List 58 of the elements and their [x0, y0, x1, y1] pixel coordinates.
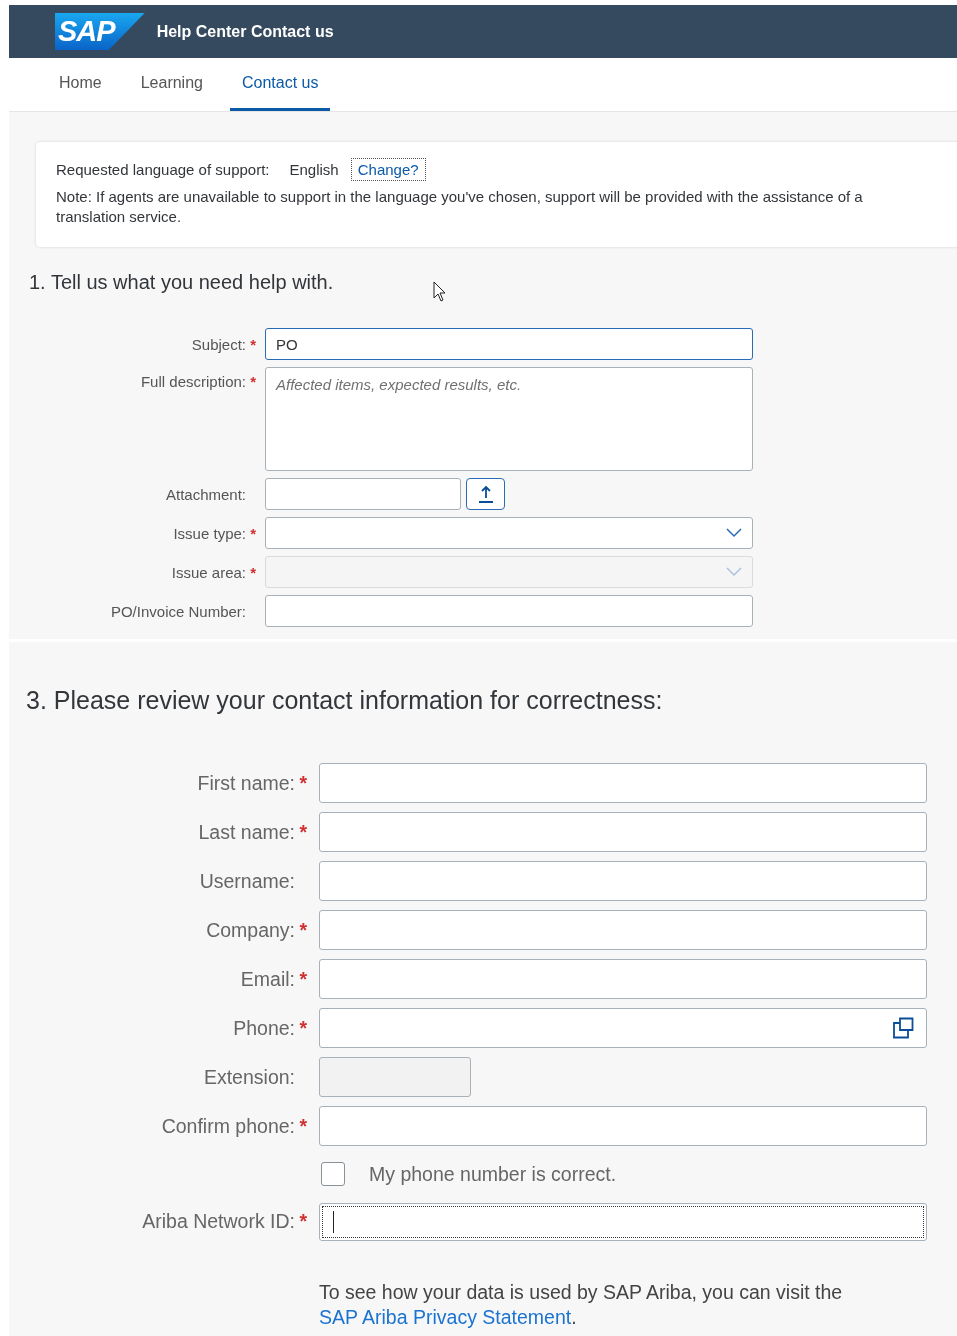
- field-label: Email:: [240, 967, 295, 991]
- dropdown-field[interactable]: [265, 517, 753, 549]
- field-label: Subject:: [191, 335, 246, 353]
- chevron-icon: [726, 528, 742, 538]
- language-note: Note: If agents are unavailable to support in the language you've chosen, support will be provided with the assistance of a translation service.: [56, 187, 864, 227]
- text-field[interactable]: [319, 1203, 927, 1241]
- change-link[interactable]: Change?: [350, 158, 426, 181]
- upload-button[interactable]: [466, 478, 505, 510]
- field-label: Username:: [199, 869, 295, 893]
- field-label: Full description:: [140, 373, 246, 390]
- required-mark: *: [298, 967, 307, 991]
- privacy-text: To see how your data is used by SAP Ariba, you can visit the SAP Ariba Privacy Statement.: [319, 1280, 844, 1330]
- copy-icon: [892, 1017, 914, 1039]
- text-field[interactable]: PO: [265, 328, 753, 360]
- description-field[interactable]: Affected items, expected results, etc.: [265, 367, 753, 471]
- text-field[interactable]: [265, 595, 753, 627]
- privacy-link[interactable]: SAP Ariba Privacy Statement: [319, 1306, 572, 1328]
- section-heading: 1. Tell us what you need help with.: [29, 271, 334, 294]
- required-mark: *: [249, 373, 256, 390]
- language-value: English: [289, 161, 339, 178]
- field-label: Issue area:: [171, 563, 246, 581]
- nav-tab[interactable]: Home: [47, 58, 114, 111]
- section-heading: 3. Please review your contact information for correctness:: [26, 686, 664, 715]
- required-mark: *: [298, 1114, 307, 1138]
- text-field[interactable]: [319, 959, 927, 999]
- field-label: Phone:: [233, 1016, 295, 1040]
- required-mark: *: [298, 771, 307, 795]
- required-mark: *: [249, 524, 256, 542]
- attachment-field[interactable]: [265, 478, 461, 510]
- field-label: Extension:: [203, 1065, 295, 1089]
- required-mark: *: [298, 918, 307, 942]
- required-mark: *: [298, 820, 307, 844]
- field-label: First name:: [197, 771, 295, 795]
- field-label: Issue type:: [173, 524, 246, 542]
- nav-tab[interactable]: Learning: [128, 58, 215, 111]
- field-label: Confirm phone:: [161, 1114, 295, 1138]
- chevron-icon: [726, 567, 742, 577]
- required-mark: *: [298, 1210, 307, 1233]
- checkbox-label: My phone number is correct.: [369, 1162, 617, 1186]
- checkbox[interactable]: [321, 1162, 345, 1186]
- header-title: Help Center Contact us: [156, 22, 334, 41]
- field-label: Attachment:: [165, 485, 246, 503]
- field-label: Ariba Network ID:: [142, 1210, 295, 1233]
- required-mark: *: [249, 335, 256, 353]
- field-label: PO/Invoice Number:: [110, 602, 246, 620]
- text-field[interactable]: [319, 763, 927, 803]
- required-mark: *: [298, 1016, 307, 1040]
- field-label: Last name:: [198, 820, 295, 844]
- language-label: Requested language of support:: [56, 161, 270, 178]
- sap-logo: SAP: [55, 13, 145, 50]
- text-field[interactable]: [319, 1106, 927, 1146]
- text-field[interactable]: [319, 910, 927, 950]
- field-label: Company:: [206, 918, 295, 942]
- text-field[interactable]: [319, 861, 927, 901]
- pointer-icon: [433, 281, 448, 303]
- phone-field[interactable]: [319, 1008, 927, 1048]
- text-field[interactable]: [319, 812, 927, 852]
- required-mark: *: [249, 563, 256, 581]
